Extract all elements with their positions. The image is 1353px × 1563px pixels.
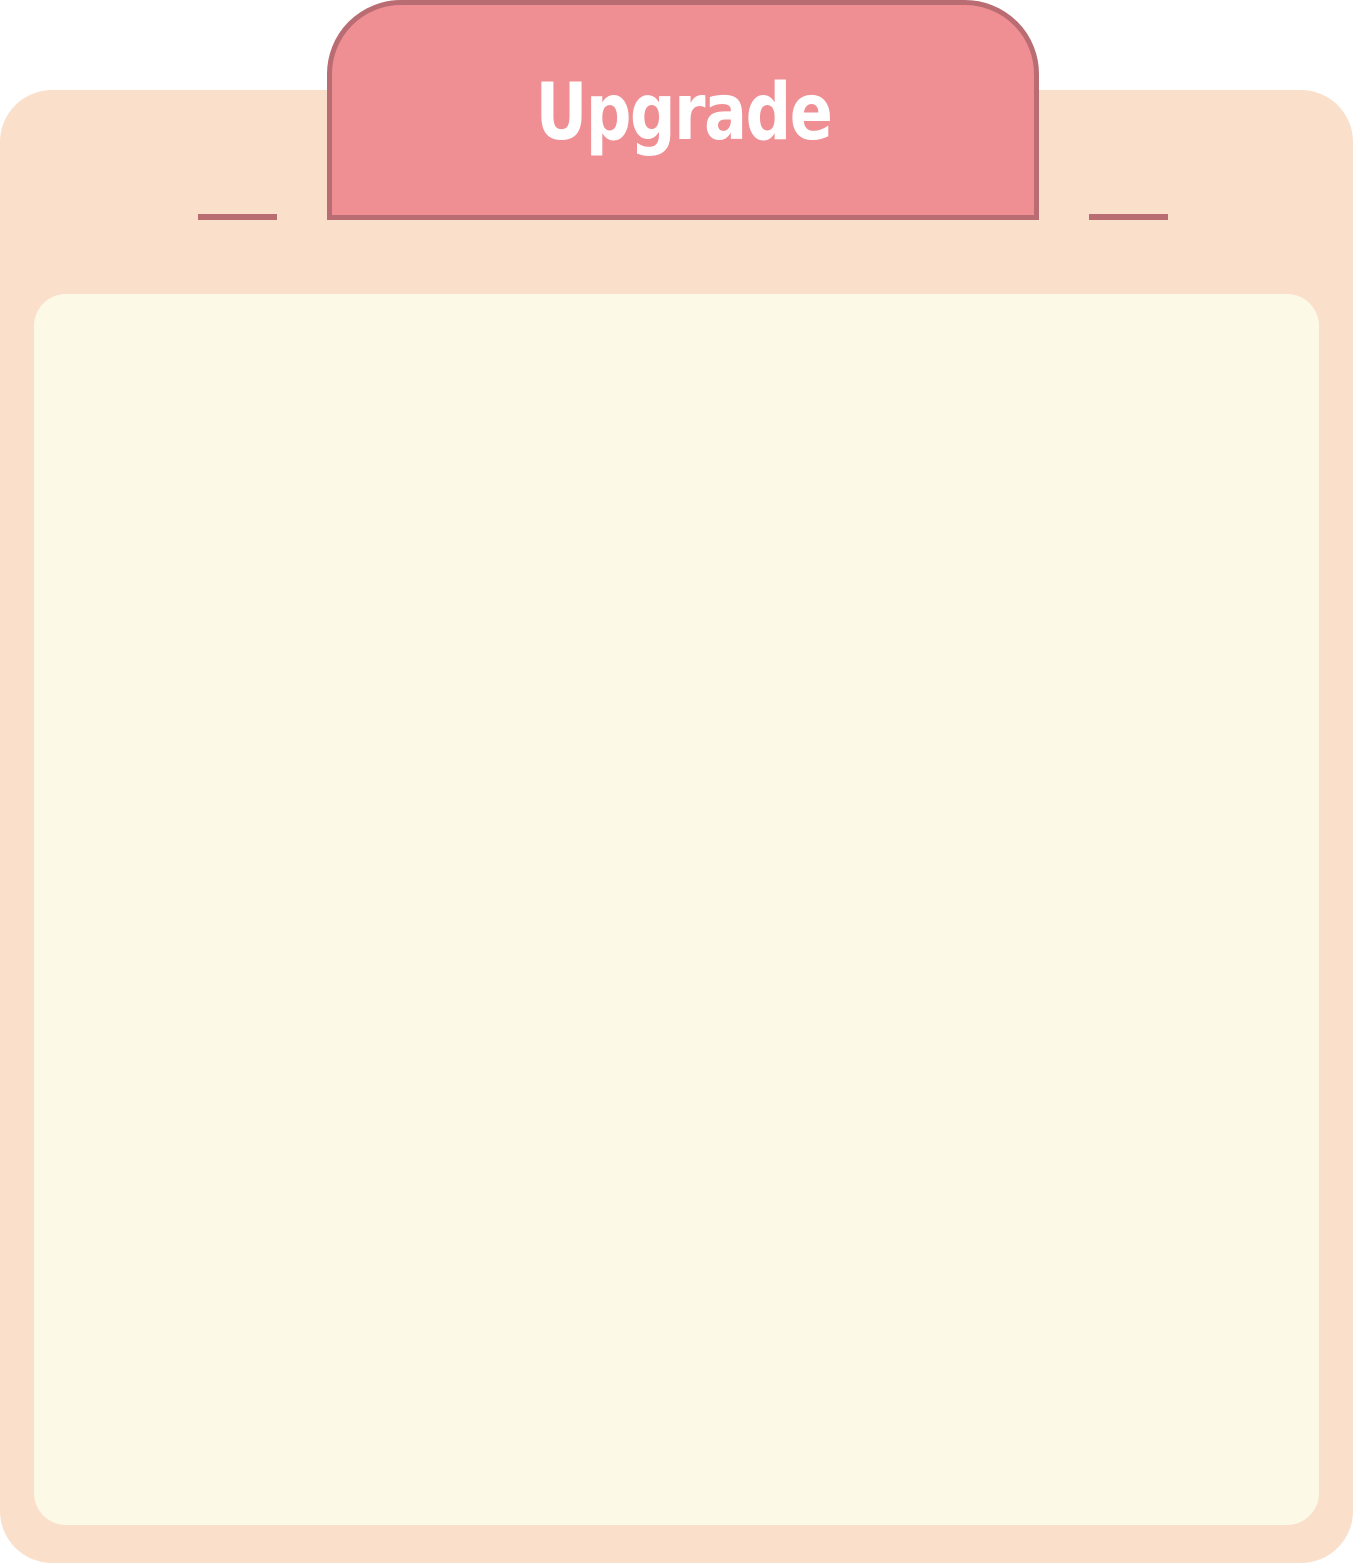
title-decoration-dash-left (198, 214, 277, 220)
upgrade-dialog: Upgrade (0, 0, 1353, 1563)
dialog-title: Upgrade (535, 68, 833, 158)
title-tab: Upgrade (327, 0, 1039, 220)
title-decoration-dash-right (1089, 214, 1168, 220)
dialog-panel (0, 90, 1353, 1563)
upgrade-content-area (34, 294, 1319, 1525)
